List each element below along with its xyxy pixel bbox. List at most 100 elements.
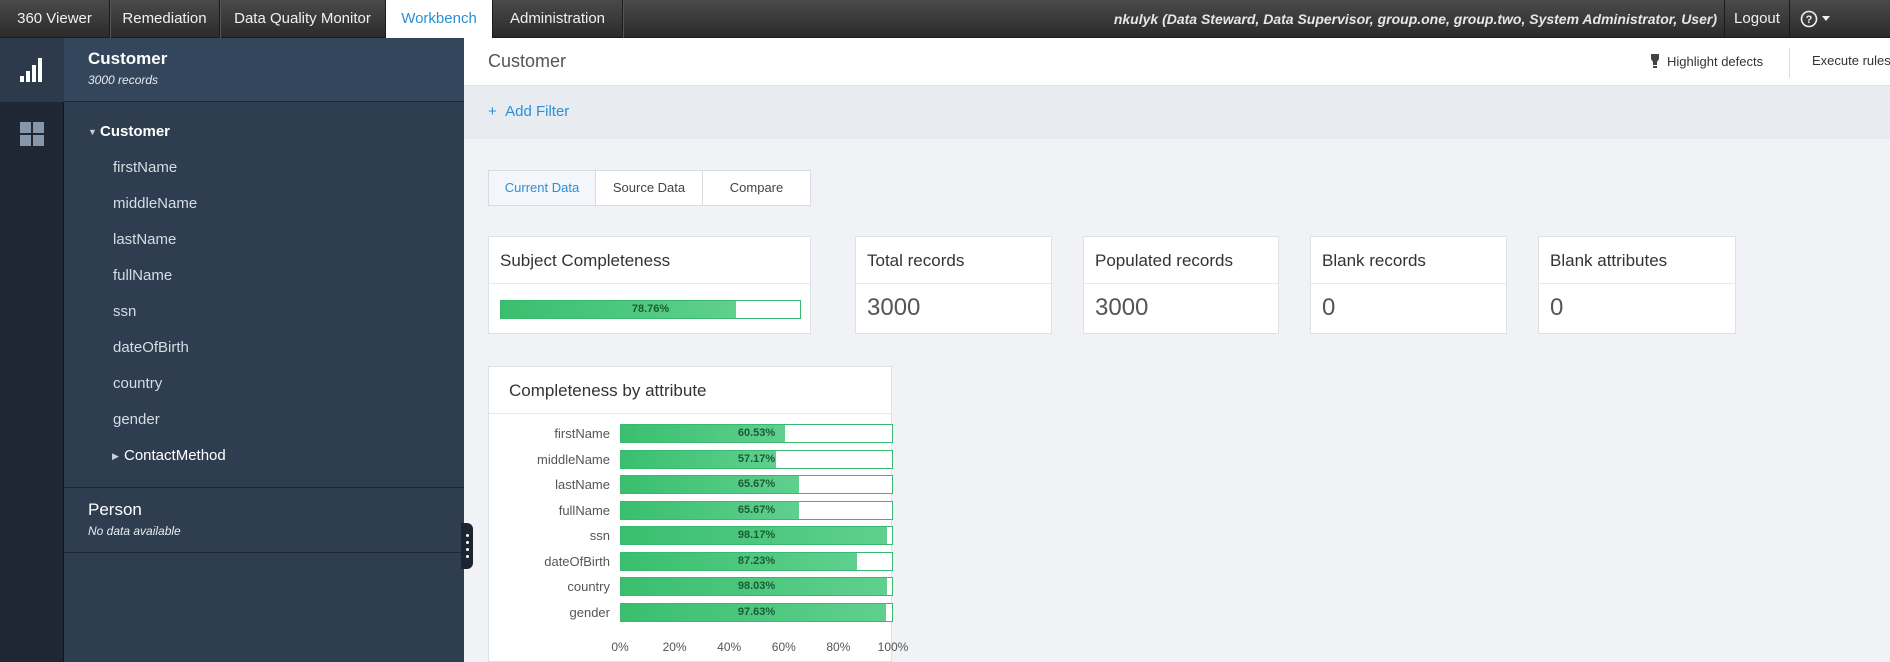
tree-item-country[interactable]: country: [64, 366, 464, 402]
chart-x-tick-label: 0%: [611, 640, 629, 654]
chevron-down-icon: [1822, 16, 1830, 21]
chart-category-label: lastName: [555, 477, 610, 492]
page-title: Customer: [488, 51, 567, 71]
header-divider: [1789, 48, 1790, 78]
help-menu[interactable]: ?: [1790, 0, 1840, 38]
chart-bar-row: lastName 65.67%: [489, 475, 893, 494]
chart-bar-row: firstName 60.53%: [489, 424, 893, 443]
svg-text:?: ?: [1806, 14, 1813, 26]
chart-bar-track: 97.63%: [620, 602, 893, 622]
view-tabs: Current Data Source Data Compare: [488, 170, 811, 206]
chart-data-label: 98.03%: [737, 580, 776, 592]
customer-section-title: Customer: [88, 49, 168, 68]
plus-icon: +: [488, 103, 506, 120]
top-navigation-bar: 360 Viewer Remediation Data Quality Moni…: [0, 0, 1890, 39]
blank-records-card: Blank records 0: [1310, 236, 1507, 334]
chart-bar-track: 65.67%: [620, 500, 893, 520]
chart-bar-track: 60.53%: [620, 424, 893, 443]
chart-category-label: fullName: [558, 502, 610, 518]
tree-root-customer[interactable]: ▼ Customer: [64, 114, 464, 150]
current-user-label: nkulyk (Data Steward, Data Supervisor, g…: [1113, 11, 1717, 27]
caret-down-icon: ▼: [88, 127, 97, 138]
tab-compare[interactable]: Compare: [703, 171, 810, 205]
chart-x-tick-label: 60%: [771, 640, 796, 654]
attribute-tree: ▼ Customer firstName middleName lastName …: [64, 102, 464, 488]
chart-category-label: middleName: [537, 451, 610, 467]
add-filter-button[interactable]: + Add Filter: [488, 103, 569, 120]
customer-section-header[interactable]: Customer 3000 records: [64, 38, 464, 102]
chart-bar-track: 87.23%: [620, 551, 893, 571]
icon-rail: [0, 38, 64, 662]
blank-attributes-title: Blank attributes: [1539, 237, 1735, 284]
tree-item-firstname[interactable]: firstName: [64, 150, 464, 186]
tab-remediation[interactable]: Remediation: [110, 0, 220, 38]
tree-item-dateofbirth[interactable]: dateOfBirth: [64, 330, 464, 366]
rail-grid-button[interactable]: [0, 102, 64, 166]
chart-bar-row: middleName 57.17%: [489, 449, 893, 469]
tree-item-fullname[interactable]: fullName: [64, 258, 464, 294]
subject-completeness-card: Subject Completeness 78.76%: [488, 236, 811, 334]
main-content: Customer Highlight defects Execute rules…: [464, 38, 1890, 662]
tree-item-gender[interactable]: gender: [64, 402, 464, 438]
caret-right-icon: ▶: [112, 451, 119, 462]
person-section-status: No data available: [88, 524, 181, 538]
chart-data-label: 60.53%: [737, 427, 776, 439]
blank-attributes-value: 0: [1550, 294, 1564, 321]
highlight-defects-label: Highlight defects: [1667, 53, 1764, 69]
chart-bar-track: 98.17%: [620, 526, 893, 545]
chart-data-label: 87.23%: [737, 554, 776, 567]
person-section-title: Person: [88, 500, 142, 519]
chart-x-tick-label: 100%: [877, 640, 909, 654]
lightbulb-icon: [1651, 54, 1659, 68]
tab-administration[interactable]: Administration: [493, 0, 623, 38]
tree-group-contactmethod[interactable]: ▶ ContactMethod: [64, 438, 464, 474]
blank-records-title: Blank records: [1311, 237, 1506, 284]
question-circle-icon: ?: [1800, 10, 1818, 28]
bar-chart-icon: [20, 58, 42, 82]
tab-data-quality-monitor[interactable]: Data Quality Monitor: [220, 0, 386, 38]
chart-x-tick-label: 40%: [717, 640, 742, 654]
customer-record-count: 3000 records: [88, 73, 159, 87]
total-records-value: 3000: [867, 294, 921, 321]
rail-dashboard-button[interactable]: [0, 38, 64, 102]
tab-source-data[interactable]: Source Data: [596, 171, 703, 205]
blank-records-value: 0: [1322, 294, 1336, 321]
chart-data-label: 97.63%: [737, 605, 776, 618]
total-records-title: Total records: [856, 237, 1051, 284]
chart-data-label: 65.67%: [737, 503, 776, 516]
tree-item-middlename[interactable]: middleName: [64, 186, 464, 222]
tab-workbench[interactable]: Workbench: [386, 0, 493, 39]
tree-item-lastname[interactable]: lastName: [64, 222, 464, 258]
chart-x-tick-label: 20%: [662, 640, 687, 654]
populated-records-title: Populated records: [1084, 237, 1278, 284]
tree-item-ssn[interactable]: ssn: [64, 294, 464, 330]
populated-records-card: Populated records 3000: [1083, 236, 1279, 334]
highlight-defects-button[interactable]: Highlight defects: [1649, 53, 1763, 69]
chart-data-label: 57.17%: [737, 452, 776, 465]
blank-attributes-card: Blank attributes 0: [1538, 236, 1736, 334]
main-header: Customer Highlight defects Execute rules: [464, 38, 1890, 86]
subject-sidebar: Customer 3000 records ▼ Customer firstNam…: [64, 38, 464, 662]
chart-bar-track: 57.17%: [620, 449, 893, 469]
chart-x-tick-label: 80%: [826, 640, 851, 654]
chart-category-label: dateOfBirth: [544, 553, 610, 569]
total-records-card: Total records 3000: [855, 236, 1052, 334]
tree-root-label: Customer: [100, 123, 171, 140]
add-filter-label: Add Filter: [505, 103, 570, 120]
chart-category-label: gender: [569, 604, 610, 620]
completeness-chart-title: Completeness by attribute: [489, 367, 891, 414]
tab-current-data[interactable]: Current Data: [489, 171, 596, 205]
chart-data-label: 65.67%: [737, 478, 776, 490]
tab-360-viewer[interactable]: 360 Viewer: [0, 0, 110, 38]
logout-button[interactable]: Logout: [1724, 0, 1790, 38]
execute-rules-button[interactable]: Execute rules: [1812, 53, 1890, 68]
chart-category-label: firstName: [554, 426, 610, 441]
person-section-header[interactable]: Person No data available: [64, 488, 464, 553]
chart-bar-row: dateOfBirth 87.23%: [489, 551, 893, 571]
chart-bar-row: fullName 65.67%: [489, 500, 893, 520]
chart-bar-row: country 98.03%: [489, 577, 893, 596]
chart-bar-row: gender 97.63%: [489, 602, 893, 622]
chart-bar-track: 98.03%: [620, 577, 893, 596]
grid-icon: [20, 122, 44, 146]
chart-bar-track: 65.67%: [620, 475, 893, 494]
